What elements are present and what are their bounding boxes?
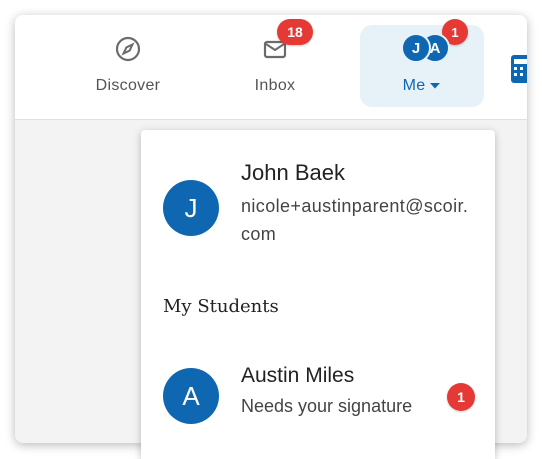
caret-down-icon — [430, 83, 441, 89]
nav-discover-label: Discover — [95, 77, 161, 94]
nav-inbox-label: Inbox — [254, 77, 296, 94]
me-dropdown-menu: J John Baek nicole+austinparent@scoir.co… — [141, 130, 495, 459]
me-avatars: J A 1 — [401, 19, 468, 69]
user-name: John Baek — [241, 160, 345, 185]
user-email: nicole+austinparent@scoir.com — [241, 196, 469, 244]
student-name: Austin Miles — [241, 364, 355, 387]
compass-icon — [108, 29, 148, 69]
top-navigation: Discover 18 Inbox J A 1 Me — [15, 15, 527, 120]
inbox-count-badge: 18 — [277, 19, 313, 45]
nav-me-text: Me — [402, 77, 426, 94]
mail-icon: 18 — [255, 19, 313, 69]
student-item[interactable]: A Austin Miles Needs your signature 1 — [141, 352, 495, 432]
student-avatar: A — [163, 368, 219, 424]
user-avatar: J — [163, 180, 219, 236]
nav-me[interactable]: J A 1 Me — [360, 19, 484, 107]
my-students-heading: My Students — [163, 296, 279, 317]
nav-inbox[interactable]: 18 Inbox — [213, 19, 337, 107]
student-status: Needs your signature — [241, 396, 413, 416]
nav-discover[interactable]: Discover — [66, 25, 190, 107]
student-notification-badge: 1 — [447, 383, 475, 411]
nav-me-label: Me — [403, 77, 442, 95]
calculator-icon[interactable] — [511, 55, 527, 85]
avatar: J — [401, 33, 431, 63]
